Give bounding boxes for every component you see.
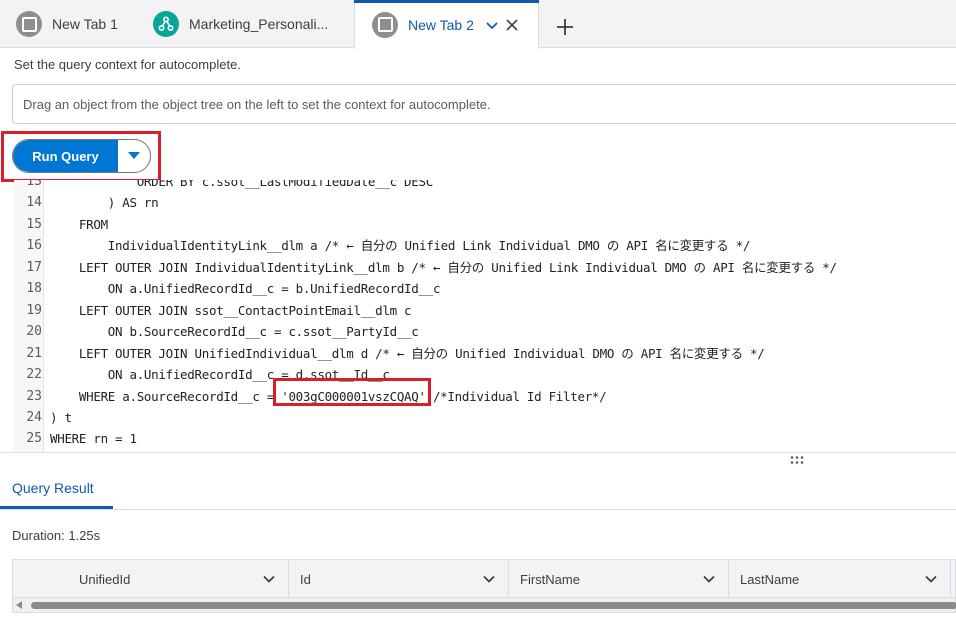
close-icon[interactable] bbox=[504, 17, 520, 33]
code-text: LEFT OUTER JOIN IndividualIdentityLink__… bbox=[50, 259, 837, 275]
horizontal-scrollbar[interactable] bbox=[12, 597, 956, 613]
line-number: 20 bbox=[26, 324, 42, 340]
line-number: 15 bbox=[26, 216, 42, 232]
column-header-firstname[interactable]: FirstName bbox=[509, 560, 729, 598]
column-header-id[interactable]: Id bbox=[289, 560, 509, 598]
column-label: UnifiedId bbox=[79, 571, 131, 587]
line-number: 13 bbox=[26, 180, 42, 189]
line-number: 18 bbox=[26, 281, 42, 297]
line-number: 24 bbox=[26, 409, 42, 425]
context-drop-zone[interactable]: Drag an object from the object tree on t… bbox=[12, 84, 956, 124]
line-number: 16 bbox=[26, 238, 42, 254]
code-line: 14 ) AS rn bbox=[14, 192, 956, 214]
code-text: WHERE rn = 1 bbox=[50, 431, 137, 447]
add-tab-icon[interactable] bbox=[552, 14, 578, 40]
id-filter-highlight bbox=[273, 378, 431, 406]
code-line: 16 IndividualIdentityLink__dlm a /* ← 自分… bbox=[14, 235, 956, 257]
column-header-unifiedid[interactable]: UnifiedId bbox=[13, 560, 289, 598]
line-number: 14 bbox=[26, 195, 42, 211]
code-line: 13 ORDER BY c.ssot__LastModifiedDate__c … bbox=[14, 180, 956, 193]
tab-icon bbox=[16, 11, 42, 37]
code-line: 25 WHERE rn = 1 bbox=[14, 428, 956, 450]
line-number: 21 bbox=[26, 345, 42, 361]
column-label: Id bbox=[300, 571, 311, 587]
column-label: FirstName bbox=[520, 571, 580, 587]
chevron-down-icon[interactable] bbox=[924, 572, 938, 586]
line-number: 22 bbox=[26, 367, 42, 383]
code-text: ON b.SourceRecordId__c = c.ssot__PartyId… bbox=[50, 324, 419, 340]
code-line: 18 ON a.UnifiedRecordId__c = b.UnifiedRe… bbox=[14, 278, 956, 300]
run-query-highlight bbox=[1, 131, 161, 182]
code-text: ORDER BY c.ssot__LastModifiedDate__c DES… bbox=[50, 180, 434, 189]
line-number: 25 bbox=[26, 431, 42, 447]
result-grid-header: UnifiedId Id FirstName LastName bbox=[12, 559, 956, 598]
code-line: 19 LEFT OUTER JOIN ssot__ContactPointEma… bbox=[14, 300, 956, 322]
code-line: 23 WHERE a.SourceRecordId__c = '003gC000… bbox=[14, 386, 956, 408]
code-text: ) t bbox=[50, 409, 72, 425]
tab-label: Marketing_Personali... bbox=[189, 16, 329, 32]
scroll-left-icon[interactable] bbox=[16, 601, 22, 609]
code-text: IndividualIdentityLink__dlm a /* ← 自分の U… bbox=[50, 238, 751, 254]
tab-marketing-personalization[interactable]: Marketing_Personali... bbox=[153, 0, 328, 48]
chevron-down-icon[interactable] bbox=[482, 572, 496, 586]
chevron-down-icon[interactable] bbox=[262, 572, 276, 586]
sql-editor[interactable]: 13 ORDER BY c.ssot__LastModifiedDate__c … bbox=[14, 180, 956, 452]
line-number: 17 bbox=[26, 259, 42, 275]
code-text: LEFT OUTER JOIN ssot__ContactPointEmail_… bbox=[50, 302, 412, 318]
code-line: 21 LEFT OUTER JOIN UnifiedIndividual__dl… bbox=[14, 343, 956, 365]
code-text: ON a.UnifiedRecordId__c = b.UnifiedRecor… bbox=[50, 281, 441, 297]
code-line: 15 FROM bbox=[14, 214, 956, 236]
code-line: 22 ON a.UnifiedRecordId__c = d.ssot__Id_… bbox=[14, 364, 956, 386]
line-number: 23 bbox=[26, 388, 42, 404]
panel-splitter[interactable] bbox=[0, 452, 956, 466]
chevron-down-icon[interactable] bbox=[484, 17, 500, 33]
code-text: LEFT OUTER JOIN UnifiedIndividual__dlm d… bbox=[50, 345, 765, 361]
tab-label: New Tab 1 bbox=[52, 16, 118, 32]
tab-icon bbox=[372, 11, 398, 38]
context-label: Set the query context for autocomplete. bbox=[14, 57, 241, 72]
drag-handle-icon[interactable] bbox=[789, 455, 805, 465]
code-text: ) AS rn bbox=[50, 195, 159, 211]
tab-bar: New Tab 1 Marketing_Personali... New Tab… bbox=[0, 0, 956, 49]
code-text: FROM bbox=[50, 216, 108, 232]
tab-new-tab-1[interactable]: New Tab 1 bbox=[16, 0, 118, 48]
code-line: 20 ON b.SourceRecordId__c = c.ssot__Part… bbox=[14, 321, 956, 343]
line-number: 19 bbox=[26, 302, 42, 318]
tab-new-tab-2[interactable]: New Tab 2 bbox=[354, 0, 539, 49]
flow-icon bbox=[153, 11, 179, 37]
code-line: 17 LEFT OUTER JOIN IndividualIdentityLin… bbox=[14, 257, 956, 279]
divider bbox=[0, 509, 956, 510]
chevron-down-icon[interactable] bbox=[702, 572, 716, 586]
column-label: LastName bbox=[740, 571, 800, 587]
query-duration: Duration: 1.25s bbox=[12, 528, 101, 543]
tab-query-result[interactable]: Query Result bbox=[12, 480, 94, 496]
code-line: 24 ) t bbox=[14, 407, 956, 429]
scrollbar-thumb[interactable] bbox=[31, 602, 956, 609]
column-header-lastname[interactable]: LastName bbox=[729, 560, 951, 598]
tab-label: New Tab 2 bbox=[408, 16, 474, 33]
context-placeholder: Drag an object from the object tree on t… bbox=[23, 97, 491, 112]
